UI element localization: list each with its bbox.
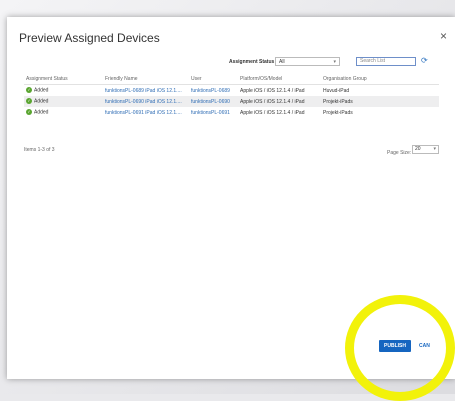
items-count: Items 1-3 of 3 [24,147,55,153]
table-row: ✓ Added funktionsPL-0690 iPad iOS 12.1...… [24,96,439,107]
column-header-assignment-status[interactable]: Assignment Status [24,76,105,82]
platform-cell: Apple iOS / iOS 12.1.4 / iPad [240,87,305,94]
check-icon: ✓ [26,98,32,105]
status-text: Added [34,109,49,116]
search-placeholder: Search List [360,58,386,64]
check-icon: ✓ [26,87,32,94]
status-text: Added [34,87,49,94]
devices-table: Assignment Status Friendly Name User Pla… [24,73,439,118]
table-row: ✓ Added funktionsPL-0689 iPad iOS 12.1...… [24,85,439,96]
organisation-group-cell: Huvud-iPad [323,87,350,94]
dialog-title: Preview Assigned Devices [19,31,160,45]
chevron-down-icon: ▾ [333,59,336,65]
chevron-down-icon: ▾ [433,146,436,152]
friendly-name-link[interactable]: funktionsPL-0691 iPad iOS 12.1.... [105,110,191,116]
page-size-select[interactable]: 20 ▾ [412,145,439,154]
page-size-value: 20 [415,146,421,152]
friendly-name-link[interactable]: funktionsPL-0690 iPad iOS 12.1.... [105,99,191,105]
user-link[interactable]: funktionsPL-0691 [191,110,240,116]
friendly-name-link[interactable]: funktionsPL-0689 iPad iOS 12.1.... [105,88,191,94]
platform-cell: Apple iOS / iOS 12.1.4 / iPad [240,109,305,116]
assignment-status-value: All [279,59,285,65]
table-header: Assignment Status Friendly Name User Pla… [24,73,439,85]
user-link[interactable]: funktionsPL-0689 [191,88,240,94]
organisation-group-cell: Projekt-iPads [323,98,353,105]
page-size-label: Page Size: [387,150,412,156]
column-header-friendly-name[interactable]: Friendly Name [105,76,191,82]
check-icon: ✓ [26,109,32,116]
table-row: ✓ Added funktionsPL-0691 iPad iOS 12.1...… [24,107,439,118]
refresh-icon[interactable]: ⟳ [421,56,428,65]
close-icon[interactable]: × [440,29,447,43]
status-text: Added [34,98,49,105]
column-header-platform[interactable]: Platform/OS/Model [240,76,323,82]
column-header-organisation-group[interactable]: Organisation Group [323,76,439,82]
search-input[interactable]: Search List [356,57,416,66]
assignment-status-select[interactable]: All ▾ [275,57,340,66]
column-header-user[interactable]: User [191,76,240,82]
organisation-group-cell: Projekt-iPads [323,109,353,116]
user-link[interactable]: funktionsPL-0690 [191,99,240,105]
highlight-circle [345,295,455,401]
platform-cell: Apple iOS / iOS 12.1.4 / iPad [240,98,305,105]
assignment-status-label: Assignment Status [229,59,275,65]
